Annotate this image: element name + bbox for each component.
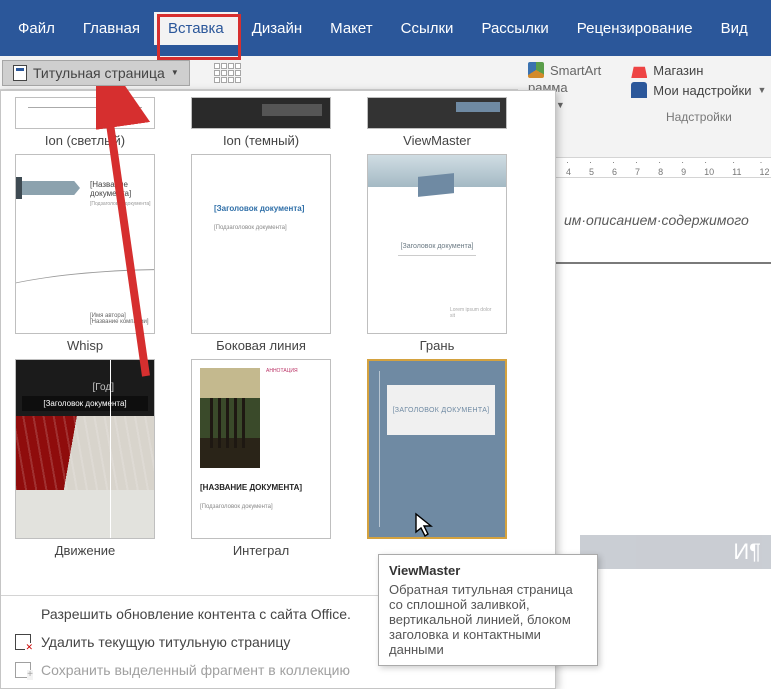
tab-review[interactable]: Рецензирование xyxy=(563,12,707,45)
tab-insert[interactable]: Вставка xyxy=(154,12,238,45)
store-button[interactable]: Магазин xyxy=(631,62,766,78)
gallery-item-whisp[interactable]: [Название документа][Подзаголовок докуме… xyxy=(15,154,155,353)
tab-home[interactable]: Главная xyxy=(69,12,154,45)
my-addins-button[interactable]: Мои надстройки ▼ xyxy=(631,82,766,98)
tab-design[interactable]: Дизайн xyxy=(238,12,316,45)
gallery-item-viewmaster-top[interactable]: ViewMaster xyxy=(367,97,507,148)
ribbon-tabs: Файл Главная Вставка Дизайн Макет Ссылки… xyxy=(0,0,771,56)
smartart-icon xyxy=(528,62,544,78)
chevron-down-icon: ▼ xyxy=(556,100,565,110)
horizontal-ruler: 45678910111213 xyxy=(556,158,771,178)
cover-page-dropdown[interactable]: Титульная страница ▼ xyxy=(2,60,190,86)
delete-page-icon xyxy=(15,634,31,650)
blank-icon xyxy=(15,606,31,622)
gallery-item-sideline[interactable]: [Заголовок документа] [Подзаголовок доку… xyxy=(191,154,331,353)
document-footer-stripe: И¶ xyxy=(580,535,771,569)
save-to-gallery-icon xyxy=(15,662,31,678)
smartart-button[interactable]: SmartArt xyxy=(528,62,601,78)
gallery-item-viewmaster[interactable]: [ЗАГОЛОВОК ДОКУМЕНТА] xyxy=(367,359,507,558)
tooltip-body: Обратная титульная страница со сплошной … xyxy=(389,582,587,657)
cover-page-label: Титульная страница xyxy=(33,65,165,81)
tooltip: ViewMaster Обратная титульная страница с… xyxy=(378,554,598,666)
tab-references[interactable]: Ссылки xyxy=(387,12,468,45)
thumbnail: [Год] [Заголовок документа] xyxy=(15,359,155,539)
chevron-down-icon: ▼ xyxy=(758,85,767,95)
thumbnail xyxy=(191,97,331,129)
pilcrow-icon: И¶ xyxy=(733,539,761,565)
gallery-item-integral[interactable]: АННОТАЦИЯ [НАЗВАНИЕ ДОКУМЕНТА] [Подзагол… xyxy=(191,359,331,558)
thumbnail: [ЗАГОЛОВОК ДОКУМЕНТА] xyxy=(367,359,507,539)
tab-mailings[interactable]: Рассылки xyxy=(467,12,562,45)
page-icon xyxy=(13,65,27,81)
gallery-item-ion-dark[interactable]: Ion (темный) xyxy=(191,97,331,148)
thumbnail xyxy=(367,97,507,129)
thumbnail: АННОТАЦИЯ [НАЗВАНИЕ ДОКУМЕНТА] [Подзагол… xyxy=(191,359,331,539)
chevron-down-icon: ▼ xyxy=(171,68,179,77)
tab-layout[interactable]: Макет xyxy=(316,12,386,45)
store-icon xyxy=(631,62,647,78)
tooltip-title: ViewMaster xyxy=(389,563,587,578)
tab-file[interactable]: Файл xyxy=(4,12,69,45)
tab-view[interactable]: Вид xyxy=(707,12,762,45)
thumbnail: [Заголовок документа] [Подзаголовок доку… xyxy=(191,154,331,334)
document-text[interactable]: им·описанием·содержимого xyxy=(556,178,771,264)
table-icon[interactable] xyxy=(214,63,241,83)
gallery-item-facet[interactable]: [Заголовок документа] Lorem ipsum dolor … xyxy=(367,154,507,353)
addin-icon xyxy=(631,82,647,98)
thumbnail: [Заголовок документа] Lorem ipsum dolor … xyxy=(367,154,507,334)
gallery-item-motion[interactable]: [Год] [Заголовок документа] Движение xyxy=(15,359,155,558)
thumbnail xyxy=(15,97,155,129)
addins-group-label: Надстройки xyxy=(631,110,766,124)
gallery-item-ion-light[interactable]: Ion (светлый) xyxy=(15,97,155,148)
thumbnail: [Название документа][Подзаголовок докуме… xyxy=(15,154,155,334)
